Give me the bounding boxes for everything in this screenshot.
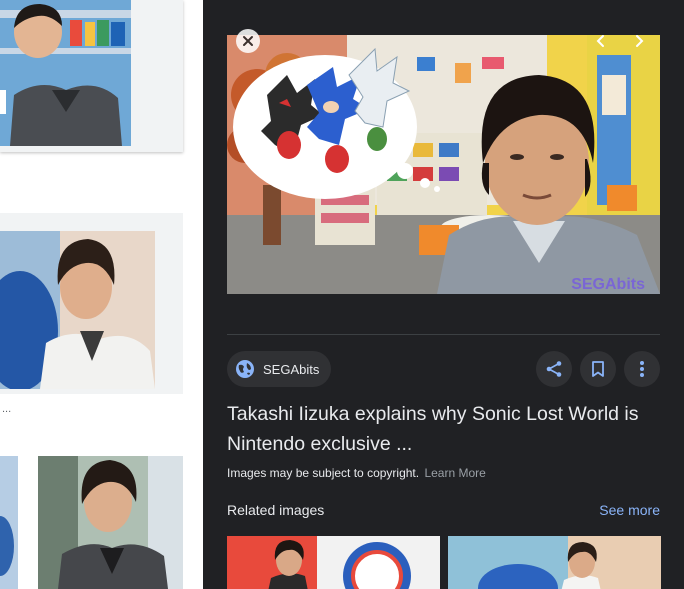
result-thumbnail-2[interactable] (0, 231, 155, 389)
result-card-2[interactable] (0, 213, 183, 394)
source-chip[interactable]: SEGAbits (227, 351, 332, 387)
source-name: SEGAbits (263, 361, 320, 377)
copyright-text: Images may be subject to copyright. (227, 466, 420, 480)
share-button[interactable] (536, 351, 572, 387)
close-button[interactable] (236, 29, 260, 53)
watermark-text: SEGAbits (571, 276, 645, 293)
related-image-1[interactable] (227, 536, 440, 589)
globe-icon (236, 360, 254, 378)
image-title[interactable]: Takashi Iizuka explains why Sonic Lost W… (227, 399, 667, 459)
more-options-button[interactable] (624, 351, 660, 387)
save-bookmark-button[interactable] (580, 351, 616, 387)
next-button[interactable] (627, 29, 651, 53)
result-caption: ... (2, 403, 12, 415)
result-thumbnail-3[interactable] (0, 456, 18, 589)
chevron-left-icon (596, 35, 604, 47)
close-icon (243, 36, 253, 46)
see-more-link[interactable]: See more (599, 502, 660, 518)
result-card-1[interactable] (0, 0, 183, 152)
image-preview-panel: SEGAbits SEGAbits Takashi Iizuka explain… (203, 0, 684, 589)
learn-more-link[interactable]: Learn More (424, 466, 485, 480)
chevron-right-icon (636, 35, 644, 47)
share-icon (546, 361, 562, 377)
more-vert-icon (640, 361, 644, 377)
result-thumbnail-4[interactable] (38, 456, 183, 589)
bookmark-icon (592, 361, 604, 377)
copyright-notice: Images may be subject to copyright. Lear… (227, 466, 486, 480)
divider (227, 334, 660, 335)
preview-image[interactable]: SEGAbits (227, 35, 660, 294)
results-grid: ... (0, 0, 203, 589)
related-images-heading: Related images (227, 502, 325, 518)
previous-button[interactable] (589, 29, 613, 53)
result-thumbnail-1[interactable] (0, 0, 131, 146)
related-image-2[interactable] (448, 536, 661, 589)
